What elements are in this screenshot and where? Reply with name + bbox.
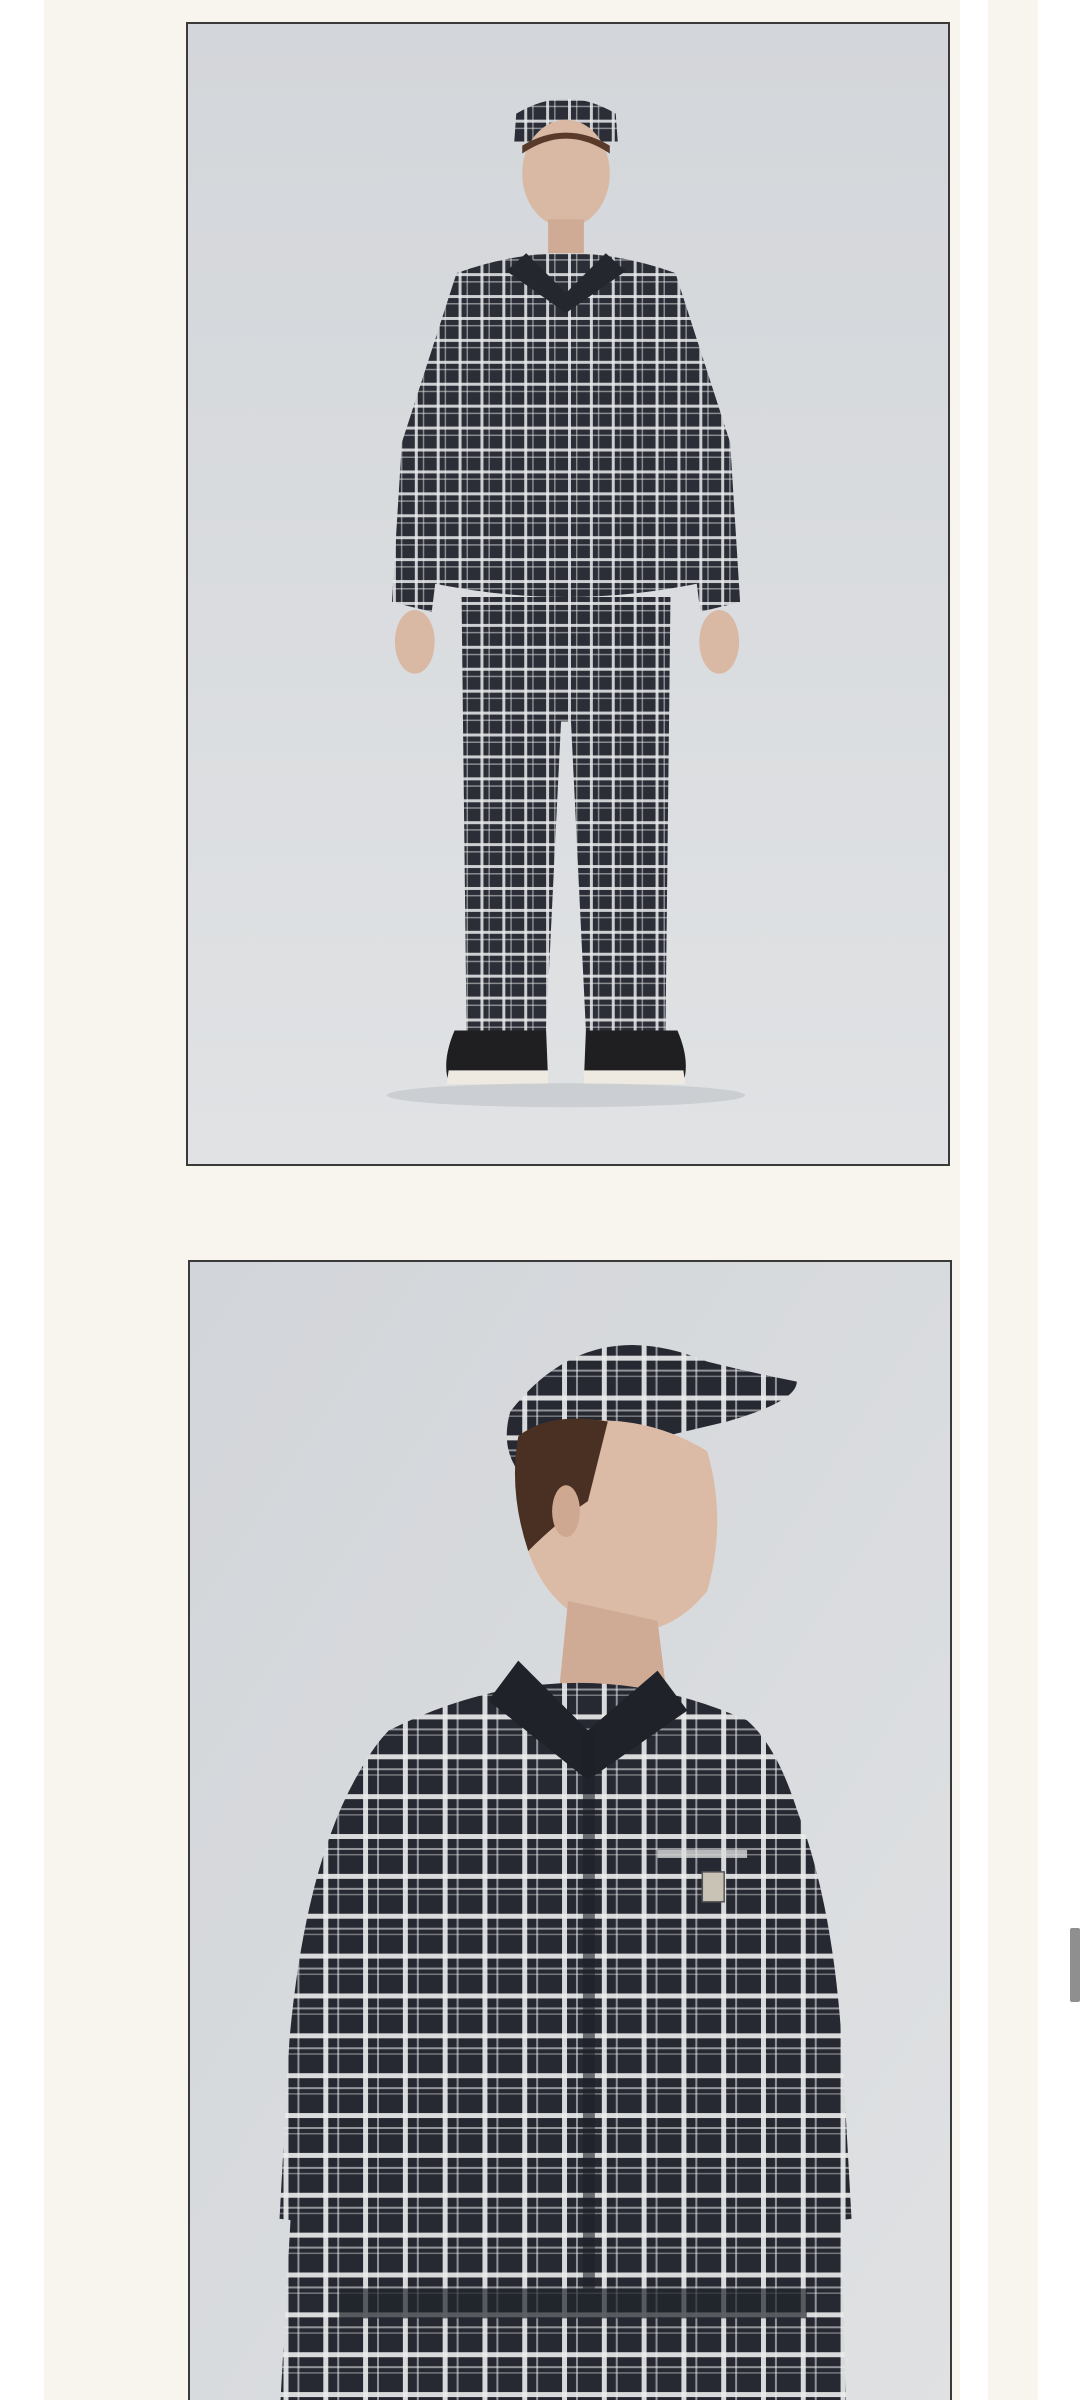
product-detail-page bbox=[0, 0, 1080, 2400]
next-item-preview-strip[interactable] bbox=[988, 0, 1038, 2400]
product-photo-half-body[interactable] bbox=[188, 1260, 952, 2400]
half-body-model-image bbox=[190, 1262, 950, 2400]
scrollbar-thumb[interactable] bbox=[1070, 1928, 1080, 2002]
image-gallery-panel[interactable] bbox=[44, 0, 960, 2400]
full-body-model-image bbox=[188, 24, 948, 1164]
product-photo-full-body[interactable] bbox=[186, 22, 950, 1166]
chest-badge-shape bbox=[701, 1871, 725, 1903]
